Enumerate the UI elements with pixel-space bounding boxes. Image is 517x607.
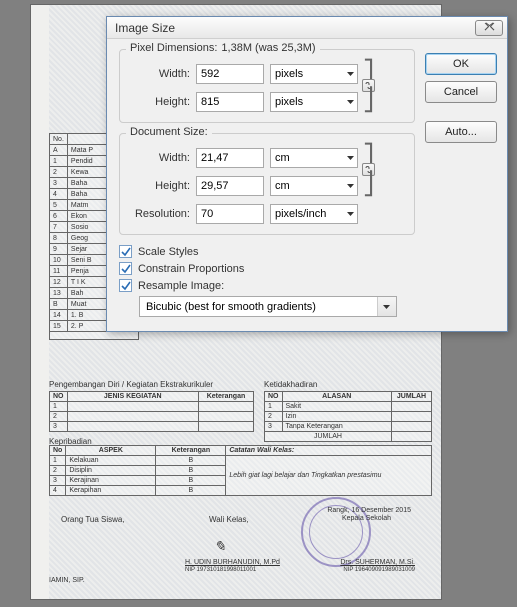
pixel-legend: Pixel Dimensions: bbox=[130, 42, 217, 54]
pixel-width-unit-select[interactable]: pixels bbox=[270, 64, 358, 84]
pixel-summary: 1,38M (was 25,3M) bbox=[221, 42, 315, 54]
chevron-down-icon bbox=[347, 184, 354, 188]
doc-height-input[interactable]: 29,57 bbox=[196, 176, 264, 196]
constrain-proportions-checkbox[interactable]: Constrain Proportions bbox=[119, 262, 415, 275]
document-size-group: Document Size: Width: 21,47 cm bbox=[119, 133, 415, 235]
doc-width-label: Width: bbox=[128, 152, 190, 164]
ok-button[interactable]: OK bbox=[425, 53, 497, 75]
dialog-titlebar[interactable]: Image Size bbox=[107, 17, 507, 39]
extracurricular-title: Pengembangan Diri / Kegiatan Ekstrakurik… bbox=[49, 380, 213, 389]
chevron-down-icon bbox=[347, 100, 354, 104]
cancel-button[interactable]: Cancel bbox=[425, 81, 497, 103]
resample-method-select[interactable]: Bicubic (best for smooth gradients) bbox=[139, 296, 397, 317]
pixel-height-input[interactable]: 815 bbox=[196, 92, 264, 112]
doc-legend: Document Size: bbox=[130, 126, 208, 138]
doc-width-input[interactable]: 21,47 bbox=[196, 148, 264, 168]
pixel-width-input[interactable]: 592 bbox=[196, 64, 264, 84]
chevron-down-icon bbox=[347, 212, 354, 216]
pixel-dimensions-group: Pixel Dimensions: 1,38M (was 25,3M) Widt… bbox=[119, 49, 415, 123]
kepribadian-table: No ASPEK Keterangan Catatan Wali Kelas: … bbox=[49, 445, 432, 496]
doc-height-unit-select[interactable]: cm bbox=[270, 176, 358, 196]
resolution-unit-select[interactable]: pixels/inch bbox=[270, 204, 358, 224]
pixel-link-constraint: ⎤ ⎦ bbox=[362, 58, 375, 112]
auto-button[interactable]: Auto... bbox=[425, 121, 497, 143]
resolution-input[interactable]: 70 bbox=[196, 204, 264, 224]
chevron-down-icon bbox=[347, 156, 354, 160]
doc-link-constraint: ⎤ ⎦ bbox=[362, 142, 375, 196]
resample-image-checkbox[interactable]: Resample Image: bbox=[119, 279, 415, 292]
doc-width-unit-select[interactable]: cm bbox=[270, 148, 358, 168]
scale-styles-checkbox[interactable]: Scale Styles bbox=[119, 245, 415, 258]
dialog-title: Image Size bbox=[115, 21, 475, 35]
image-size-dialog: Image Size Pixel Dimensions: 1,38M (was … bbox=[106, 16, 508, 332]
extracurricular-table: NOJENIS KEGIATANKeterangan 1 2 3 bbox=[49, 391, 254, 432]
close-icon bbox=[484, 22, 495, 34]
chevron-down-icon bbox=[383, 305, 390, 309]
doc-height-label: Height: bbox=[128, 180, 190, 192]
resolution-label: Resolution: bbox=[128, 208, 190, 220]
pixel-width-label: Width: bbox=[128, 68, 190, 80]
close-button[interactable] bbox=[475, 20, 503, 36]
pixel-height-unit-select[interactable]: pixels bbox=[270, 92, 358, 112]
chevron-down-icon bbox=[347, 72, 354, 76]
absence-table: NOALASANJUMLAH 1Sakit 2Izin 3Tanpa Keter… bbox=[264, 391, 432, 442]
pixel-height-label: Height: bbox=[128, 96, 190, 108]
absence-title: Ketidakhadiran bbox=[264, 380, 317, 389]
